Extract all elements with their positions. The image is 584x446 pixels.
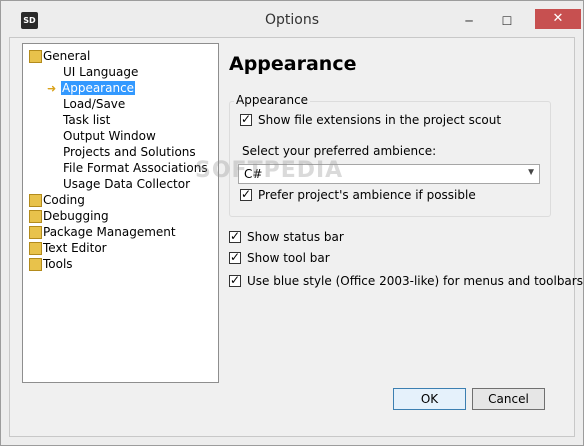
checkbox-label: Use blue style (Office 2003-like) for me… [247,274,584,288]
checkbox-label: Show tool bar [247,251,330,265]
tree-item-ui-language[interactable]: UI Language [63,64,138,80]
folder-icon [29,242,42,255]
show-status-bar-checkbox[interactable]: Show status bar [229,229,344,244]
softpedia-watermark: SOFTPEDIA [195,158,344,183]
tree-item-text-editor[interactable]: Text Editor [29,240,107,256]
folder-icon [29,258,42,271]
minimize-icon[interactable]: ─ [457,13,481,29]
tree-item-file-format-associations[interactable]: File Format Associations [63,160,208,176]
options-window: SD Options ─ ☐ ✕ General UI Language ➜ Ap… [0,0,584,446]
checkbox-box[interactable] [229,273,241,287]
checkbox-label: Prefer project's ambience if possible [258,188,476,202]
blue-style-checkbox[interactable]: Use blue style (Office 2003-like) for me… [229,273,584,288]
folder-icon [29,194,42,207]
tree-item-projects-solutions[interactable]: Projects and Solutions [63,144,196,160]
ok-button[interactable]: OK [393,388,466,410]
checkbox-box[interactable] [229,250,241,264]
groupbox-title: Appearance [234,93,311,107]
title-bar[interactable]: SD Options ─ ☐ ✕ [1,1,583,36]
tree-item-coding[interactable]: Coding [29,192,85,208]
prefer-project-ambience-checkbox[interactable]: Prefer project's ambience if possible [240,187,476,202]
tree-item-output-window[interactable]: Output Window [63,128,156,144]
folder-icon [29,210,42,223]
tree-item-debugging[interactable]: Debugging [29,208,109,224]
show-file-extensions-checkbox[interactable]: Show file extensions in the project scou… [240,112,502,127]
checkbox-box[interactable] [240,112,252,126]
ambience-label: Select your preferred ambience: [242,144,437,158]
folder-icon [29,50,42,63]
options-tree[interactable]: General UI Language ➜ Appearance Load/Sav… [22,43,219,383]
tree-item-usage-data-collector[interactable]: Usage Data Collector [63,176,190,192]
checkbox-box[interactable] [229,229,241,243]
tree-item-appearance[interactable]: ➜ Appearance [47,80,136,96]
maximize-icon[interactable]: ☐ [495,13,519,29]
dialog-client-area: General UI Language ➜ Appearance Load/Sav… [9,37,584,437]
checkbox-box[interactable] [240,187,252,201]
chevron-down-icon[interactable]: ▼ [526,167,536,178]
cancel-button[interactable]: Cancel [472,388,545,410]
tree-item-general[interactable]: General [29,48,90,64]
arrow-right-icon: ➜ [47,82,57,95]
folder-icon [29,226,42,239]
tree-item-package-management[interactable]: Package Management [29,224,176,240]
panel-heading: Appearance [229,53,357,75]
tree-item-load-save[interactable]: Load/Save [63,96,125,112]
checkbox-label: Show file extensions in the project scou… [258,113,502,127]
show-tool-bar-checkbox[interactable]: Show tool bar [229,250,330,265]
close-icon[interactable]: ✕ [535,9,581,29]
checkbox-label: Show status bar [247,230,344,244]
tree-item-task-list[interactable]: Task list [63,112,110,128]
tree-item-tools[interactable]: Tools [29,256,73,272]
